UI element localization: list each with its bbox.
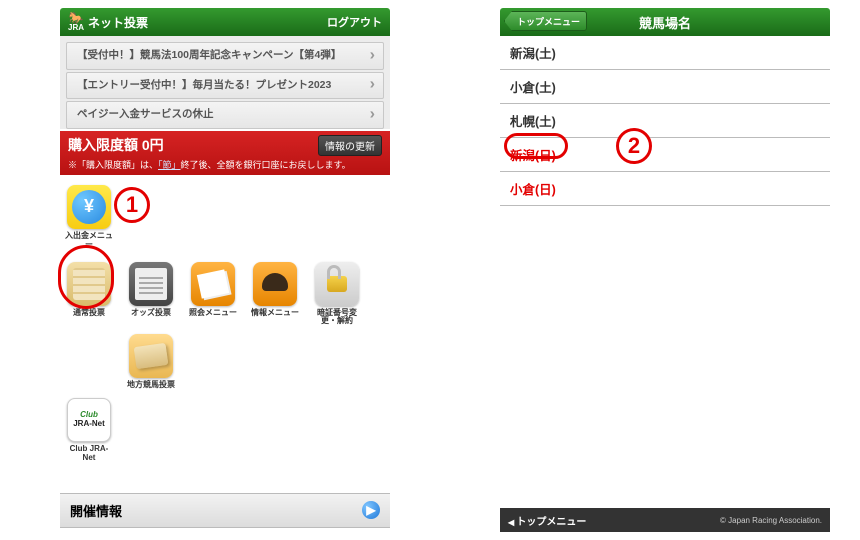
back-button[interactable]: トップメニュー	[504, 11, 587, 31]
jra-logo: 🐎 JRA	[68, 12, 84, 32]
yen-icon: ¥	[67, 185, 111, 229]
header-bar: 🐎 JRA ネット投票 ログアウト	[60, 8, 390, 36]
logout-link[interactable]: ログアウト	[327, 14, 382, 30]
app-title: ネット投票	[88, 14, 327, 31]
lock-icon	[315, 262, 359, 306]
banner-list: 【受付中！】競馬法100周年記念キャンペーン【第4弾】 【エントリー受付中！】毎…	[60, 36, 390, 129]
section-label: 開催情報	[70, 501, 122, 520]
footer-topmenu-link[interactable]: トップメニュー	[508, 513, 586, 528]
local-ticket-icon	[129, 334, 173, 378]
icon-label: オッズ投票	[131, 309, 171, 318]
icon-label: Club JRA-Net	[64, 445, 114, 463]
limit-note: ※「購入限度額」は、「節」終了後、全額を銀行口座にお戻しします。	[68, 156, 382, 173]
icon-label: 暗証番号変更・解約	[312, 309, 362, 327]
phone-right: トップメニュー 競馬場名 新潟(土) 小倉(土) 札幌(土) 新潟(日) 小倉(…	[500, 8, 830, 532]
pin-change-button[interactable]: 暗証番号変更・解約	[312, 262, 362, 327]
limit-note-link[interactable]: 「節」	[158, 160, 181, 170]
icon-label: 照会メニュー	[189, 309, 237, 318]
track-row-highlight[interactable]: 小倉(日)	[500, 172, 830, 206]
track-row[interactable]: 小倉(土)	[500, 70, 830, 104]
icon-label: 情報メニュー	[251, 309, 299, 318]
section-event-info[interactable]: 開催情報 ▶	[60, 493, 390, 528]
track-row[interactable]: 新潟(土)	[500, 36, 830, 70]
track-row[interactable]: 札幌(土)	[500, 104, 830, 138]
icon-label: 入出金メニュー	[64, 232, 114, 250]
sheet-icon	[191, 262, 235, 306]
icon-grid: ¥ 入出金メニュー 通常投票 オッズ投票 照会メニュー 情報メニュー	[60, 175, 390, 481]
limit-amount: 購入限度額 0円	[68, 135, 164, 155]
annot-2-text: 2	[628, 133, 640, 159]
club-jra-net-button[interactable]: Club JRA-Net Club JRA-Net	[64, 398, 114, 463]
helmet-icon	[253, 262, 297, 306]
deposit-menu-button[interactable]: ¥ 入出金メニュー	[64, 185, 114, 250]
limit-note-post: 終了後、全額を銀行口座にお戻しします。	[181, 160, 351, 170]
annot-1-text: 1	[126, 192, 138, 218]
purchase-limit-bar: 購入限度額 0円 情報の更新 ※「購入限度額」は、「節」終了後、全額を銀行口座に…	[60, 131, 390, 175]
back-label: トップメニュー	[517, 15, 580, 28]
annotation-number-2: 2	[616, 128, 652, 164]
footer-bar: トップメニュー © Japan Racing Association.	[500, 508, 830, 532]
banner-item[interactable]: ペイジー入金サービスの休止	[66, 101, 384, 129]
results-menu-button[interactable]: 照会メニュー	[188, 262, 238, 327]
track-row-highlight[interactable]: 新潟(日)	[500, 138, 830, 172]
page-title: 競馬場名	[639, 13, 691, 32]
update-info-button[interactable]: 情報の更新	[318, 135, 382, 156]
club-icon: Club JRA-Net	[67, 398, 111, 442]
track-list: 新潟(土) 小倉(土) 札幌(土) 新潟(日) 小倉(日) 2	[500, 36, 830, 206]
club-line2: JRA-Net	[73, 420, 105, 429]
arrow-right-icon: ▶	[362, 501, 380, 519]
info-menu-button[interactable]: 情報メニュー	[250, 262, 300, 327]
phone-left: 🐎 JRA ネット投票 ログアウト 【受付中！】競馬法100周年記念キャンペーン…	[60, 8, 390, 528]
ticket-icon	[67, 262, 111, 306]
header-bar: トップメニュー 競馬場名	[500, 8, 830, 36]
limit-note-pre: ※「購入限度額」は、	[68, 160, 158, 170]
banner-item[interactable]: 【エントリー受付中！】毎月当たる！プレゼント2023	[66, 72, 384, 100]
footer-copyright: © Japan Racing Association.	[720, 516, 822, 525]
odds-icon	[129, 262, 173, 306]
normal-bet-button[interactable]: 通常投票	[64, 262, 114, 327]
icon-label: 地方競馬投票	[127, 381, 175, 390]
brand-small: JRA	[68, 24, 84, 32]
annotation-number-1: 1	[114, 187, 150, 223]
local-racing-button[interactable]: 地方競馬投票	[126, 334, 176, 390]
icon-label: 通常投票	[73, 309, 105, 318]
odds-bet-button[interactable]: オッズ投票	[126, 262, 176, 327]
banner-item[interactable]: 【受付中！】競馬法100周年記念キャンペーン【第4弾】	[66, 42, 384, 70]
